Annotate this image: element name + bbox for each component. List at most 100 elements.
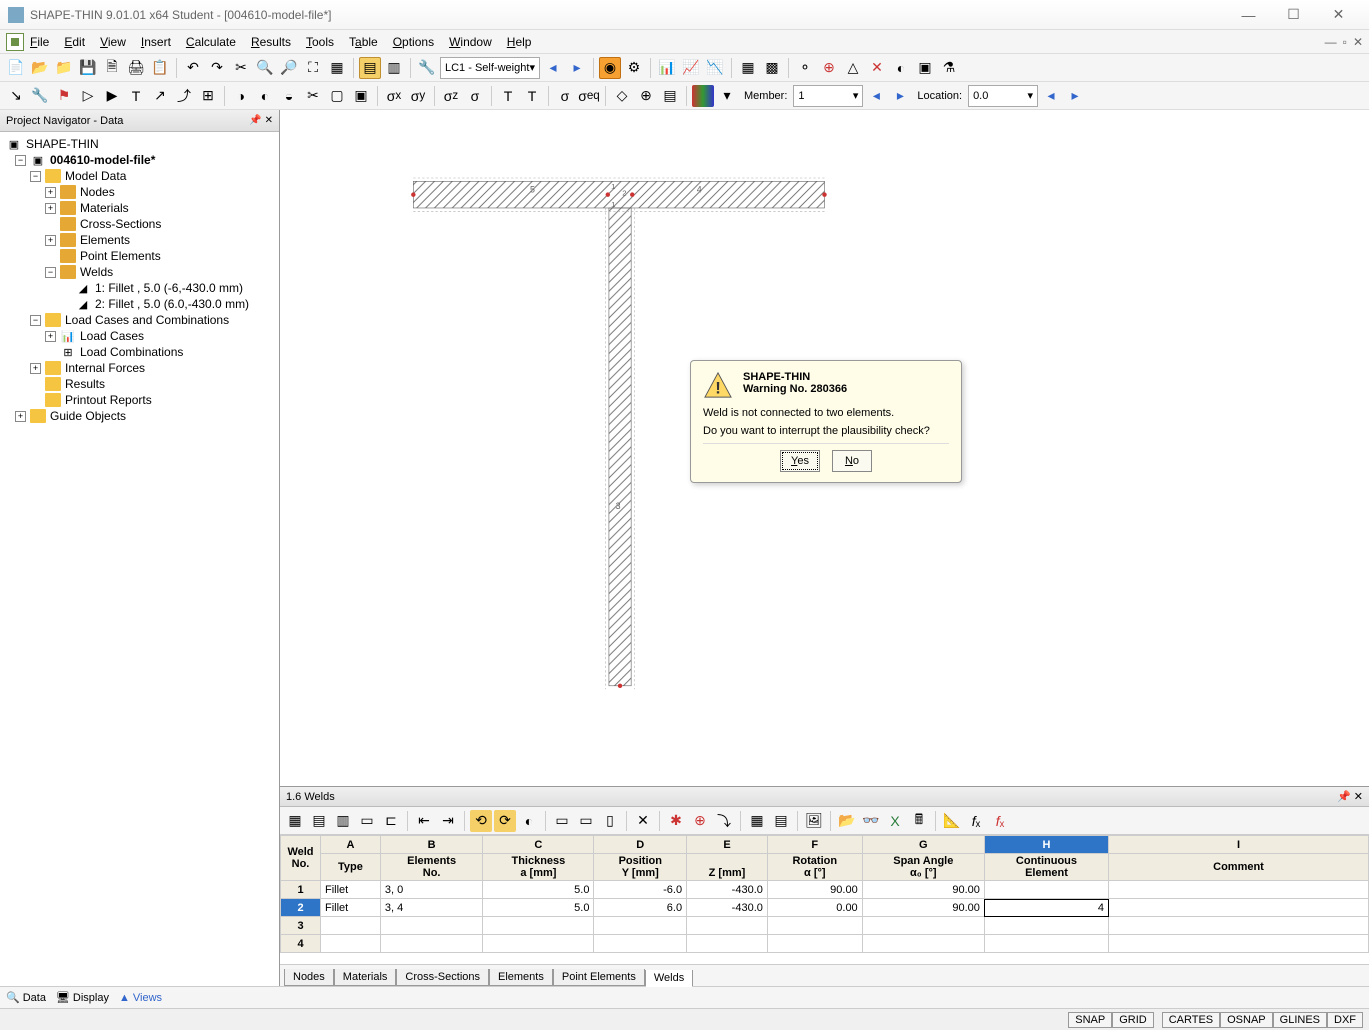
tab-elements[interactable]: Elements <box>489 969 553 986</box>
minimize-button[interactable]: — <box>1226 1 1271 29</box>
tree-point-elements[interactable]: Point Elements <box>0 248 279 264</box>
t2-t1-icon[interactable]: T <box>497 85 519 107</box>
location-next-icon[interactable]: ▸ <box>1064 85 1086 107</box>
bp-i19-icon[interactable]: ▤ <box>770 810 792 832</box>
tree-model-data[interactable]: −Model Data <box>0 168 279 184</box>
col-E[interactable]: E <box>687 836 768 854</box>
tree-load-combinations[interactable]: ⊞Load Combinations <box>0 344 279 360</box>
undo-icon[interactable]: ↶ <box>182 57 204 79</box>
mdi-minimize-button[interactable]: — <box>1325 35 1337 49</box>
tree-guide[interactable]: +Guide Objects <box>0 408 279 424</box>
t2-wrench-icon[interactable]: 🔧 <box>29 85 51 107</box>
tree-weld-2[interactable]: ◢2: Fillet , 5.0 (6.0,-430.0 mm) <box>0 296 279 312</box>
t2-sigma2-icon[interactable]: σy <box>407 85 429 107</box>
next-lc-icon[interactable]: ▸ <box>566 57 588 79</box>
tool6-icon[interactable]: ▣ <box>914 57 936 79</box>
save-icon[interactable]: 💾 <box>77 57 99 79</box>
t2-i9-icon[interactable]: ⊞ <box>197 85 219 107</box>
bp-i10-icon[interactable]: ◐ <box>518 810 540 832</box>
tool2-icon[interactable]: ⊕ <box>818 57 840 79</box>
menu-tools[interactable]: Tools <box>306 35 334 49</box>
sb-cartes[interactable]: CARTES <box>1162 1012 1220 1028</box>
bp-i14-icon[interactable]: ✕ <box>632 810 654 832</box>
footer-tab-views[interactable]: ▲Views <box>119 992 162 1004</box>
t2-s6-icon[interactable]: σeq <box>578 85 600 107</box>
t2-i5-icon[interactable]: ▶ <box>101 85 123 107</box>
bp-i22-icon[interactable]: 👓 <box>860 810 882 832</box>
bp-calc-icon[interactable]: 🖩 <box>908 810 930 832</box>
t2-i13-icon[interactable]: ✂ <box>302 85 324 107</box>
menu-edit[interactable]: Edit <box>64 35 85 49</box>
tree-printout[interactable]: Printout Reports <box>0 392 279 408</box>
tree-results[interactable]: Results <box>0 376 279 392</box>
menu-calculate[interactable]: Calculate <box>186 35 236 49</box>
tree-internal-forces[interactable]: +Internal Forces <box>0 360 279 376</box>
footer-tab-data[interactable]: 🔍Data <box>6 991 46 1004</box>
head-type[interactable]: Type <box>321 854 381 881</box>
col-I[interactable]: I <box>1109 836 1369 854</box>
bp-i20-icon[interactable]: 🖼 <box>803 810 825 832</box>
col-B[interactable]: B <box>380 836 482 854</box>
panel1-icon[interactable]: ▤ <box>359 57 381 79</box>
tree-weld-1[interactable]: ◢1: Fillet , 5.0 (-6,-430.0 mm) <box>0 280 279 296</box>
cut-icon[interactable]: ✂ <box>230 57 252 79</box>
zoom2-icon[interactable]: 🔎 <box>278 57 300 79</box>
t2-sigma1-icon[interactable]: σx <box>383 85 405 107</box>
t2-t2-icon[interactable]: T <box>521 85 543 107</box>
bp-i25-icon[interactable]: 📐 <box>941 810 963 832</box>
prev-lc-icon[interactable]: ◂ <box>542 57 564 79</box>
bp-i15-icon[interactable]: ✱ <box>665 810 687 832</box>
menu-options[interactable]: Options <box>393 35 434 49</box>
loadcase-selector[interactable]: LC1 - Self-weight▾ <box>440 57 540 79</box>
bp-i16-icon[interactable]: ⊕ <box>689 810 711 832</box>
tree-load-cases[interactable]: +📊Load Cases <box>0 328 279 344</box>
tree-elements[interactable]: +Elements <box>0 232 279 248</box>
calc-icon[interactable]: ◉ <box>599 57 621 79</box>
t2-i14-icon[interactable]: ▢ <box>326 85 348 107</box>
t2-i10-icon[interactable]: ◑ <box>230 85 252 107</box>
tool4-icon[interactable]: ✕ <box>866 57 888 79</box>
view3-icon[interactable]: 📉 <box>704 57 726 79</box>
printpreview-icon[interactable]: 📋 <box>149 57 171 79</box>
fit-icon[interactable]: ⛶ <box>302 57 324 79</box>
view1-icon[interactable]: 📊 <box>656 57 678 79</box>
bp-fx2-icon[interactable]: fₓ <box>989 810 1011 832</box>
bp-excel-icon[interactable]: X <box>884 810 906 832</box>
tree-cross-sections[interactable]: Cross-Sections <box>0 216 279 232</box>
head-thickness[interactable]: Thicknessa [mm] <box>483 854 594 881</box>
t2-i11-icon[interactable]: ◐ <box>254 85 276 107</box>
t2-dd-icon[interactable]: ▾ <box>716 85 738 107</box>
location-selector[interactable]: 0.0▾ <box>968 85 1038 107</box>
saveall-icon[interactable]: 🗎 <box>101 57 123 79</box>
grid3-icon[interactable]: ▩ <box>761 57 783 79</box>
col-C[interactable]: C <box>483 836 594 854</box>
yes-button[interactable]: Yes <box>780 450 820 472</box>
tool7-icon[interactable]: ⚗ <box>938 57 960 79</box>
tab-welds[interactable]: Welds <box>645 970 693 987</box>
open2-icon[interactable]: 📁 <box>53 57 75 79</box>
welds-table[interactable]: WeldNo. A B C D E F G H I Type ElementsN… <box>280 835 1369 953</box>
bp-i13-icon[interactable]: ▯ <box>599 810 621 832</box>
col-A[interactable]: A <box>321 836 381 854</box>
footer-tab-display[interactable]: 🖥Display <box>56 991 109 1004</box>
bp-i18-icon[interactable]: ▦ <box>746 810 768 832</box>
bp-i6-icon[interactable]: ⇤ <box>413 810 435 832</box>
grid2-icon[interactable]: ▦ <box>737 57 759 79</box>
mdi-icon[interactable] <box>6 33 24 51</box>
pin-icon[interactable]: 📌 ✕ <box>249 115 273 126</box>
t2-palette-icon[interactable] <box>692 85 714 107</box>
sb-osnap[interactable]: OSNAP <box>1220 1012 1273 1028</box>
location-prev-icon[interactable]: ◂ <box>1040 85 1062 107</box>
print-icon[interactable]: 🖨 <box>125 57 147 79</box>
mdi-restore-button[interactable]: ▫ <box>1343 35 1347 49</box>
col-D[interactable]: D <box>594 836 687 854</box>
panel2-icon[interactable]: ▥ <box>383 57 405 79</box>
head-rotation[interactable]: Rotationα [°] <box>767 854 862 881</box>
menu-help[interactable]: Help <box>507 35 532 49</box>
tab-cross-sections[interactable]: Cross-Sections <box>396 969 489 986</box>
bp-pin-icon[interactable]: 📌 ✕ <box>1337 790 1363 803</box>
col-G[interactable]: G <box>862 836 984 854</box>
bp-i21-icon[interactable]: 📂 <box>836 810 858 832</box>
bp-i12-icon[interactable]: ▭ <box>575 810 597 832</box>
tool1-icon[interactable]: ⚬ <box>794 57 816 79</box>
